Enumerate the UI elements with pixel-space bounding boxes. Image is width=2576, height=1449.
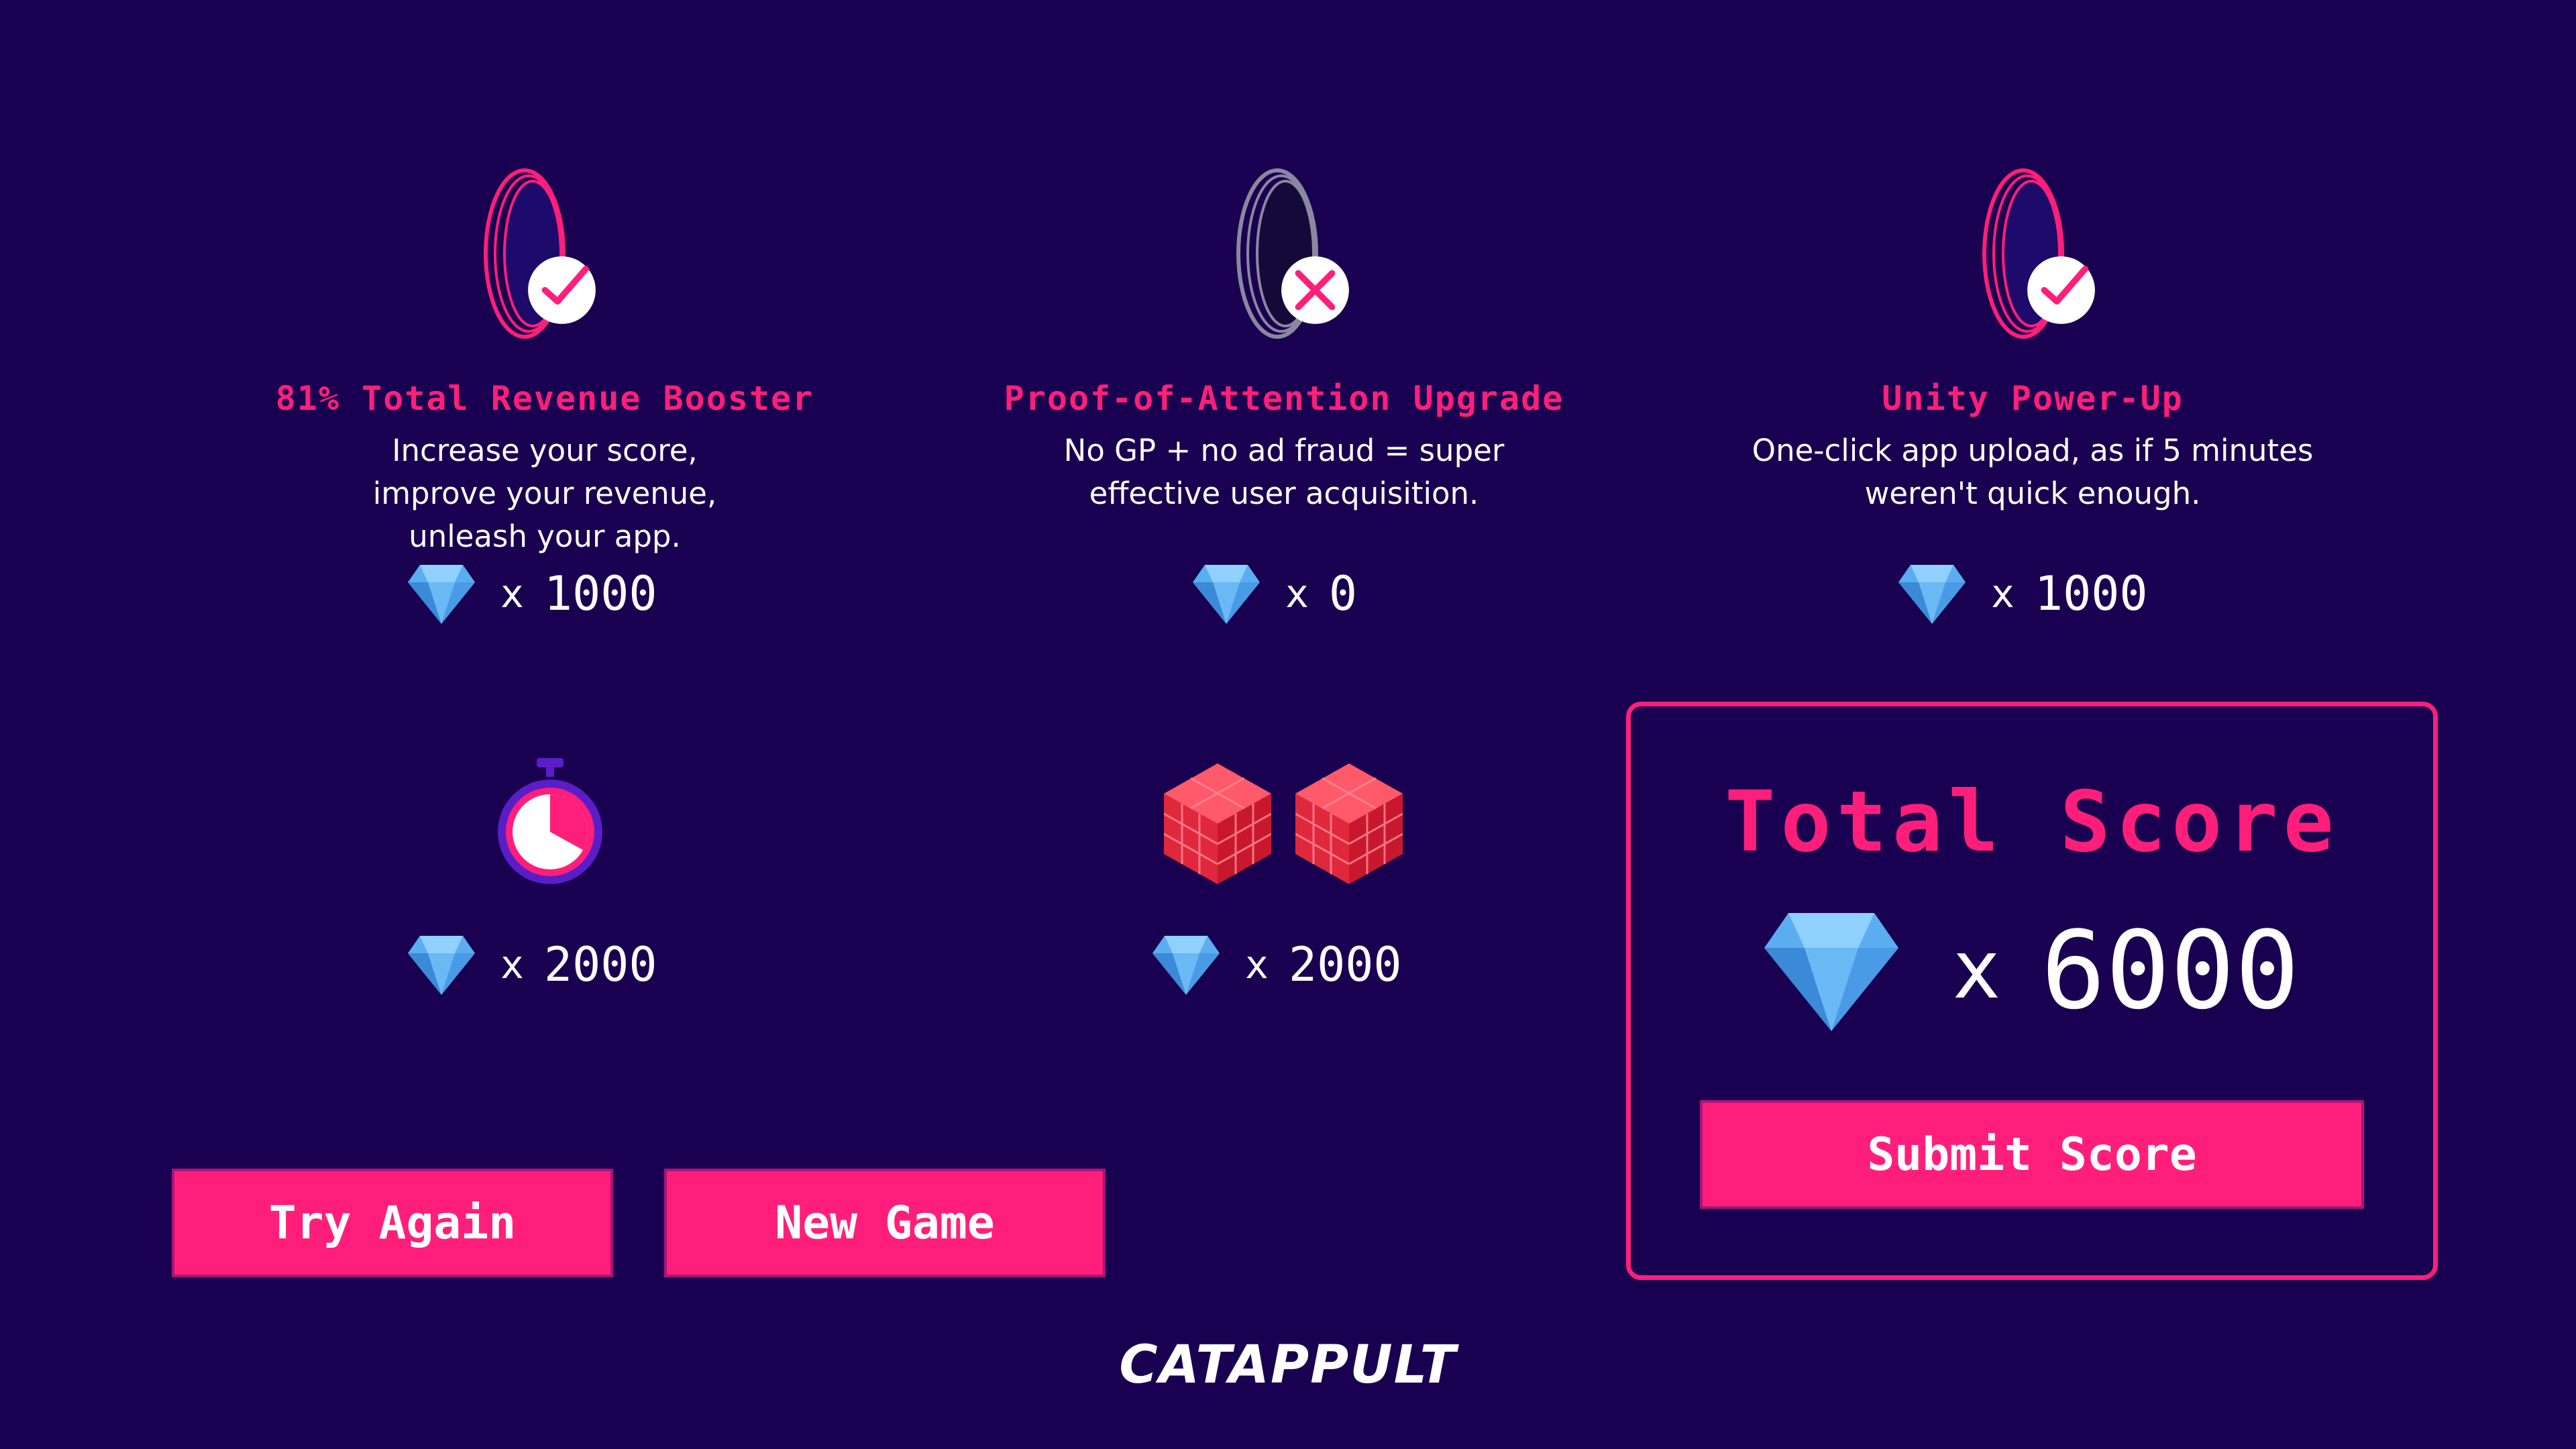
diamond-icon xyxy=(1152,934,1220,995)
reward-value: 2000 xyxy=(1288,937,1402,992)
booster-description: No GP + no ad fraud = super effective us… xyxy=(1063,433,1505,511)
booster-reward: x 1000 xyxy=(408,564,657,624)
total-score-row: x 6000 xyxy=(1631,908,2433,1033)
reward-value: 0 xyxy=(1328,566,1358,621)
cross-icon xyxy=(1280,255,1350,325)
booster-description: One-click app upload, as if 5 minutes we… xyxy=(1752,433,2314,511)
total-score-title: Total Score xyxy=(1725,773,2339,871)
total-score-value: 6000 xyxy=(2041,908,2300,1033)
checkmark-icon xyxy=(2026,255,2096,325)
multiplier-sign: x xyxy=(1285,571,1309,616)
reward-value: 1000 xyxy=(543,566,657,621)
booster-reward: x 1000 xyxy=(1898,564,2148,624)
multiplier-sign: x xyxy=(500,942,524,987)
catappult-logo: CATAPPULT xyxy=(1119,1335,1457,1395)
reward-value: 1000 xyxy=(2034,566,2148,621)
booster-description: Increase your score, improve your revenu… xyxy=(372,433,717,554)
cubes-icon xyxy=(1164,763,1405,884)
total-score-panel: Total Score x 6000 Submit Score xyxy=(1626,702,2438,1280)
bonus-reward: x 2000 xyxy=(408,934,657,995)
multiplier-sign: x xyxy=(1245,942,1269,987)
booster-title: Proof-of-Attention Upgrade xyxy=(1004,379,1564,418)
multiplier-sign: x xyxy=(1952,924,2001,1017)
booster-title: 81% Total Revenue Booster xyxy=(275,379,814,418)
diamond-icon xyxy=(1193,564,1260,624)
multiplier-sign: x xyxy=(500,571,524,616)
bonus-reward: x 2000 xyxy=(1152,934,1402,995)
diamond-icon xyxy=(408,564,475,624)
diamond-icon xyxy=(1764,910,1898,1031)
stopwatch-icon xyxy=(490,755,610,889)
multiplier-sign: x xyxy=(1991,571,2015,616)
try-again-button[interactable]: Try Again xyxy=(172,1169,613,1277)
booster-reward: x 0 xyxy=(1193,564,1357,624)
diamond-icon xyxy=(1898,564,1966,624)
submit-score-button[interactable]: Submit Score xyxy=(1700,1100,2364,1209)
checkmark-icon xyxy=(527,255,597,325)
diamond-icon xyxy=(408,934,475,995)
reward-value: 2000 xyxy=(543,937,657,992)
new-game-button[interactable]: New Game xyxy=(664,1169,1106,1277)
booster-title: Unity Power-Up xyxy=(1882,379,2184,418)
